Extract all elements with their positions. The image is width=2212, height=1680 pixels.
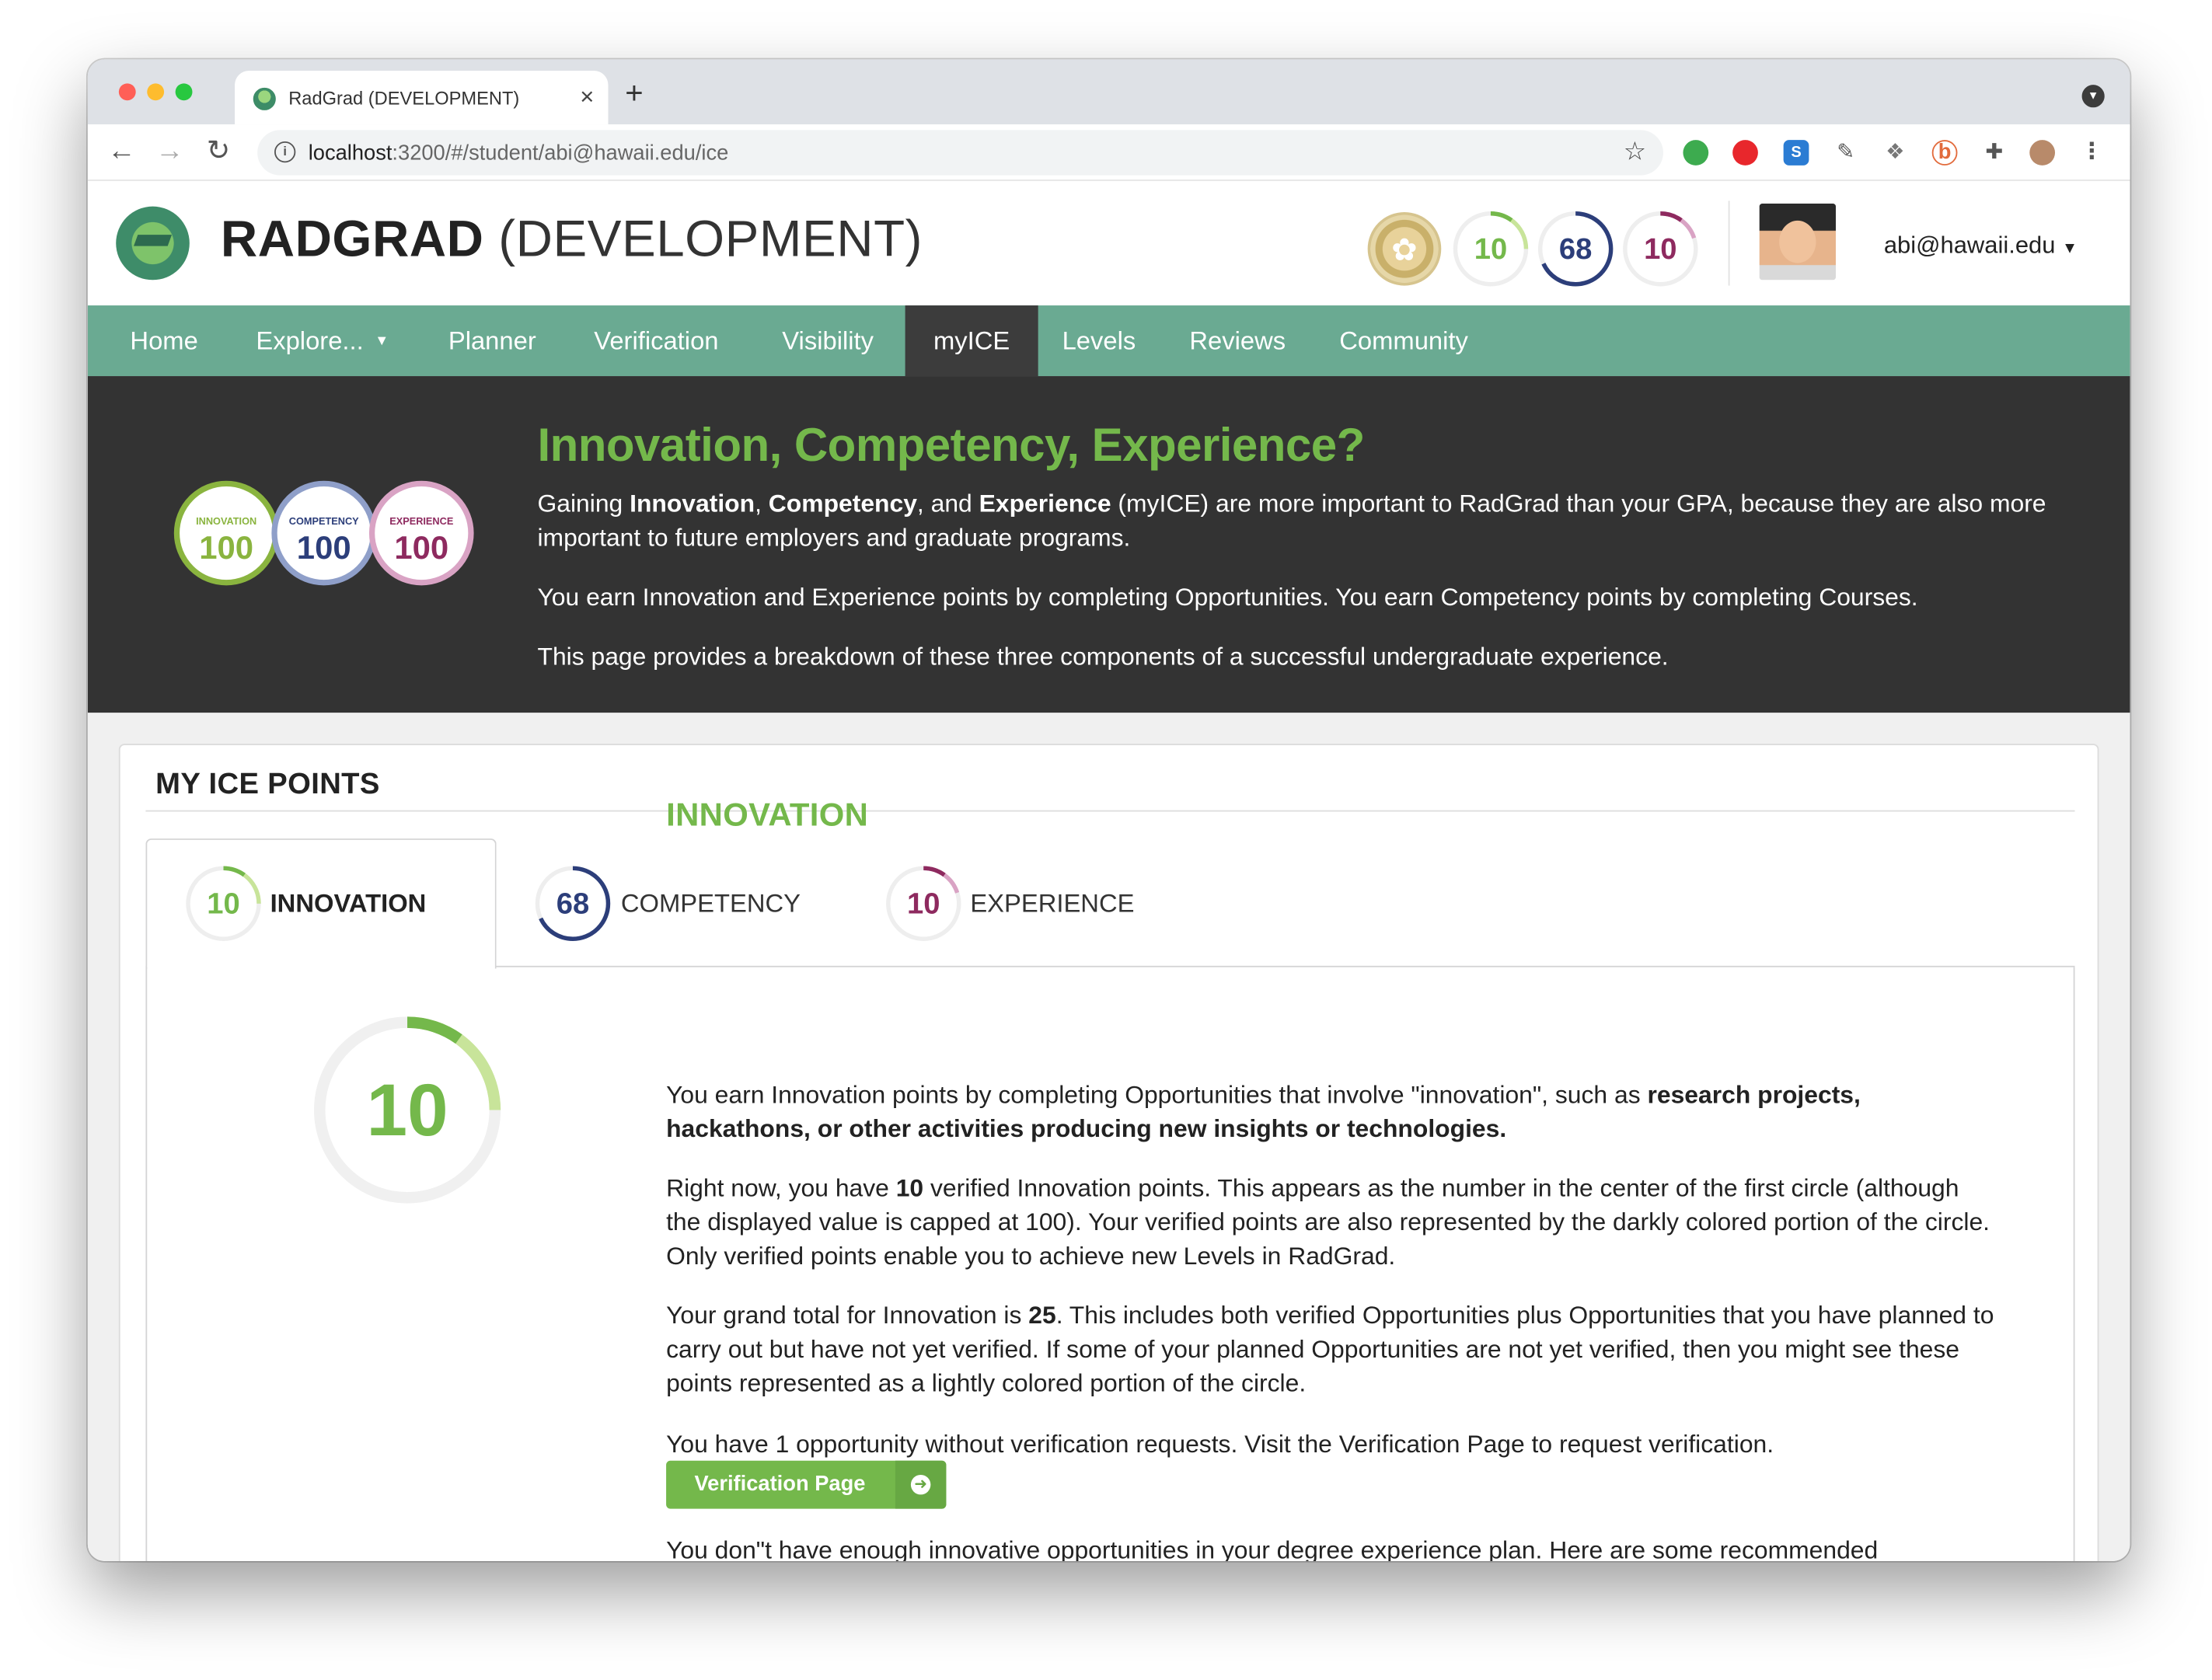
tab-search-icon[interactable]: ▼ bbox=[2081, 85, 2105, 108]
menu-item-planner[interactable]: Planner bbox=[420, 305, 564, 376]
back-arrow-icon[interactable]: ← bbox=[107, 136, 135, 167]
tab-experience-ring[interactable]: 10 bbox=[884, 864, 963, 943]
extensions-puzzle-icon[interactable]: ✚ bbox=[1981, 140, 2007, 166]
app-header: RADGRAD (DEVELOPMENT) ✿ 10 68 10 abi@haw… bbox=[87, 180, 2130, 306]
browser-toolbar: ← → ↻ i localhost:3200/#/student/abi@haw… bbox=[87, 124, 2130, 181]
tab-competency-value: 68 bbox=[556, 887, 589, 921]
site-info-icon[interactable]: i bbox=[274, 141, 296, 163]
innovation-badge: INNOVATION 100 bbox=[173, 480, 279, 586]
card-heading: MY ICE POINTS bbox=[155, 768, 380, 800]
tab-experience-value: 10 bbox=[907, 887, 940, 921]
reload-icon[interactable]: ↻ bbox=[207, 136, 231, 167]
banner-paragraph-1: Gaining Innovation, Competency, and Expe… bbox=[537, 489, 2046, 552]
innovation-paragraph-1: You earn Innovation points by completing… bbox=[666, 1080, 1861, 1143]
tab-competency-ring[interactable]: 68 bbox=[533, 864, 612, 943]
b-extension-icon[interactable]: b bbox=[1931, 140, 1958, 166]
browser-window: RadGrad (DEVELOPMENT) × + ▼ ← → ↻ i loca… bbox=[87, 59, 2130, 1561]
level-award-icon[interactable]: ✿ bbox=[1367, 211, 1442, 286]
header-competency-ring[interactable]: 68 bbox=[1536, 209, 1615, 288]
dropbox-extension-icon[interactable]: ❖ bbox=[1882, 140, 1908, 166]
innovation-paragraph-3: Your grand total for Innovation is 25. T… bbox=[666, 1301, 1994, 1397]
tab-experience-label[interactable]: EXPERIENCE bbox=[970, 890, 1134, 919]
competency-badge: COMPETENCY 100 bbox=[271, 480, 377, 586]
user-avatar[interactable] bbox=[1759, 204, 1836, 281]
adblock-extension-icon[interactable] bbox=[1732, 140, 1758, 166]
menu-item-community[interactable]: Community bbox=[1311, 305, 1496, 376]
profile-avatar-icon[interactable] bbox=[2029, 140, 2056, 166]
header-innovation-value: 10 bbox=[1474, 232, 1507, 266]
card-divider bbox=[145, 810, 2075, 812]
ice-banner: INNOVATION 100 COMPETENCY 100 EXPERIENCE… bbox=[87, 376, 2130, 713]
innovation-section-title: INNOVATION bbox=[666, 796, 869, 833]
menu-item-reviews[interactable]: Reviews bbox=[1161, 305, 1314, 376]
verification-page-button[interactable]: Verification Page ➜ bbox=[666, 1460, 947, 1509]
innovation-paragraph-4: You have 1 opportunity without verificat… bbox=[666, 1429, 1774, 1459]
innovation-paragraph-2: Right now, you have 10 verified Innovati… bbox=[666, 1173, 1990, 1270]
browser-titlebar: RadGrad (DEVELOPMENT) × + ▼ bbox=[87, 59, 2130, 125]
innovation-paragraph-5: You don"t have enough innovative opportu… bbox=[666, 1535, 1879, 1561]
header-experience-ring[interactable]: 10 bbox=[1621, 209, 1700, 288]
browser-tab[interactable]: RadGrad (DEVELOPMENT) × bbox=[235, 70, 609, 125]
header-competency-value: 68 bbox=[1559, 232, 1592, 266]
s-extension-icon[interactable]: S bbox=[1783, 140, 1809, 166]
brand-title[interactable]: RADGRAD (DEVELOPMENT) bbox=[221, 209, 923, 268]
innovation-large-value: 10 bbox=[366, 1069, 448, 1152]
header-experience-value: 10 bbox=[1644, 232, 1677, 266]
maximize-window-button[interactable] bbox=[175, 83, 193, 101]
close-window-button[interactable] bbox=[118, 83, 136, 101]
arrow-right-circle-icon: ➜ bbox=[910, 1474, 931, 1495]
forward-arrow-icon[interactable]: → bbox=[155, 136, 183, 167]
tab-innovation-label[interactable]: INNOVATION bbox=[270, 890, 427, 919]
tab-competency-label[interactable]: COMPETENCY bbox=[621, 890, 801, 919]
minimize-window-button[interactable] bbox=[147, 83, 165, 101]
url-text[interactable]: localhost:3200/#/student/abi@hawaii.edu/… bbox=[309, 141, 729, 166]
menu-item-visibility[interactable]: Visibility bbox=[754, 305, 902, 376]
new-tab-button[interactable]: + bbox=[625, 77, 643, 109]
tab-innovation-value: 10 bbox=[207, 887, 240, 921]
header-divider bbox=[1728, 200, 1730, 286]
menu-item-myice[interactable]: myICE bbox=[905, 305, 1038, 377]
banner-paragraph-3: This page provides a breakdown of these … bbox=[537, 642, 1669, 671]
page-viewport: RADGRAD (DEVELOPMENT) ✿ 10 68 10 abi@haw… bbox=[87, 180, 2130, 1561]
browser-menu-icon[interactable]: ⋮ bbox=[2079, 140, 2105, 166]
banner-title: Innovation, Competency, Experience? bbox=[537, 418, 1365, 471]
ice-points-card: MY ICE POINTS 10 INNOVATION 68 COMPETENC… bbox=[118, 744, 2099, 1561]
experience-badge: EXPERIENCE 100 bbox=[368, 480, 474, 586]
radgrad-logo-icon[interactable] bbox=[116, 206, 190, 281]
chevron-down-icon: ▼ bbox=[375, 333, 389, 350]
menu-item-verification[interactable]: Verification bbox=[566, 305, 747, 376]
close-tab-icon[interactable]: × bbox=[580, 83, 594, 111]
menu-item-levels[interactable]: Levels bbox=[1034, 305, 1164, 376]
menu-item-home[interactable]: Home bbox=[102, 305, 226, 376]
eyedropper-extension-icon[interactable]: ✎ bbox=[1833, 140, 1858, 166]
main-menu: Home Explore... ▼ Planner Verification Vi… bbox=[87, 305, 2130, 377]
banner-paragraph-2: You earn Innovation and Experience point… bbox=[537, 582, 1918, 612]
tab-innovation-ring[interactable]: 10 bbox=[184, 864, 263, 943]
evernote-extension-icon[interactable] bbox=[1683, 140, 1709, 166]
header-innovation-ring[interactable]: 10 bbox=[1451, 209, 1530, 288]
user-menu[interactable]: abi@hawaii.edu ▼ bbox=[1884, 232, 2078, 260]
address-bar[interactable]: i localhost:3200/#/student/abi@hawaii.ed… bbox=[257, 130, 1663, 176]
menu-item-explore[interactable]: Explore... ▼ bbox=[228, 305, 417, 376]
radgrad-favicon-icon bbox=[253, 87, 276, 110]
tab-title: RadGrad (DEVELOPMENT) bbox=[288, 87, 520, 110]
innovation-large-ring: 10 bbox=[313, 1016, 501, 1204]
bookmark-star-icon[interactable]: ☆ bbox=[1624, 138, 1646, 167]
